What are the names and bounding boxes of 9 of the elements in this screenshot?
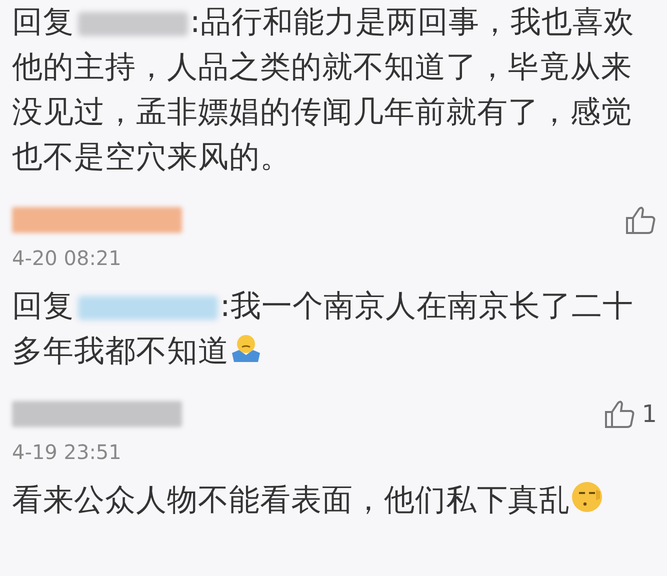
smirk-emoji-icon [570, 480, 604, 514]
reply-text: 回复 :品行和能力是两回事，我也喜欢他的主持，人品之类的就不知道了，毕竟从来没见过，孟非嫖娼的传闻几年前就有了，感觉也不是空穴来风的。 [12, 4, 636, 177]
comment-time: 4-20 08:21 [12, 246, 122, 270]
comment-time: 4-19 23:51 [12, 440, 122, 464]
like-icon[interactable] [625, 205, 657, 235]
like-icon[interactable] [604, 399, 636, 429]
like-count: 1 [642, 400, 657, 428]
comment-text: 看来公众人物不能看表面，他们私下真乱 [12, 478, 662, 523]
reply-text: 回复 :我一个南京人在南京长了二十多年我都不知道 [12, 288, 634, 371]
